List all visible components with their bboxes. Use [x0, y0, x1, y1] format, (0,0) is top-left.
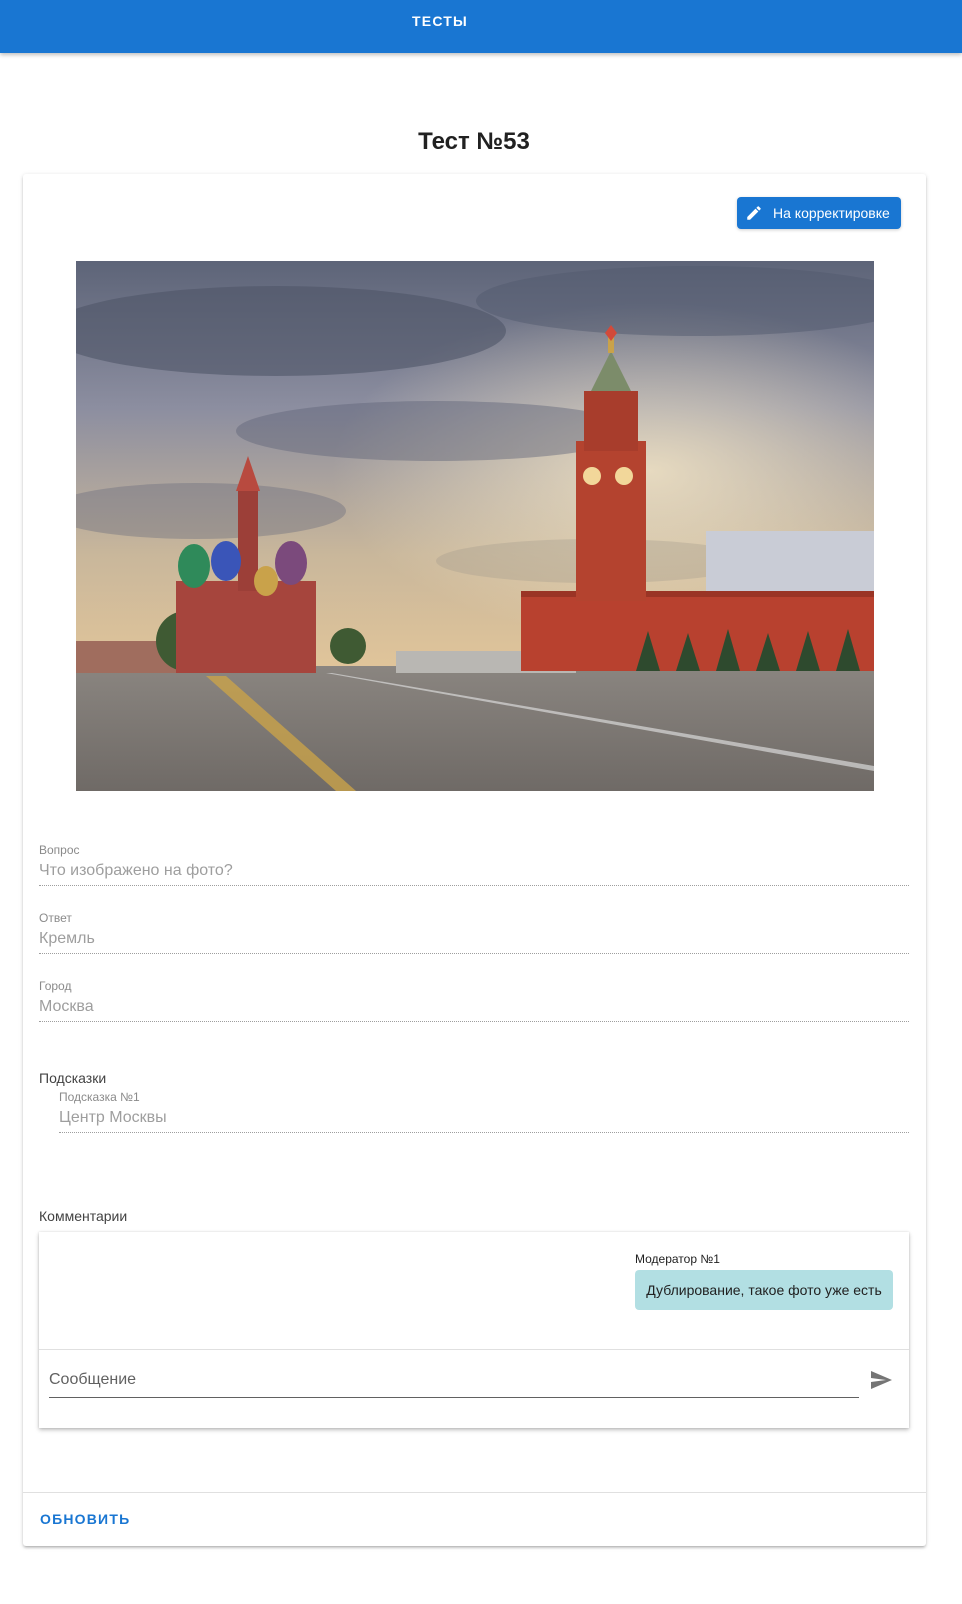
message-author: Модератор №1 [635, 1252, 720, 1266]
city-value[interactable]: Москва [39, 995, 909, 1021]
app-bar: ТЕСТЫ [0, 0, 962, 53]
message-input[interactable] [49, 1362, 859, 1398]
hint-field-1[interactable]: Подсказка №1 Центр Москвы [59, 1090, 909, 1133]
comments-panel: Модератор №1 Дублирование, такое фото уж… [39, 1232, 909, 1428]
tab-tests[interactable]: ТЕСТЫ [380, 0, 500, 42]
message-list: Модератор №1 Дублирование, такое фото уж… [39, 1232, 909, 1350]
card-actions: ОБНОВИТЬ [23, 1492, 926, 1546]
status-label: На корректировке [773, 205, 890, 221]
hint-value-1[interactable]: Центр Москвы [59, 1106, 909, 1132]
city-label: Город [39, 979, 72, 993]
pencil-icon [745, 204, 763, 222]
question-value[interactable]: Что изображено на фото? [39, 859, 909, 885]
question-field[interactable]: Вопрос Что изображено на фото? [39, 843, 909, 886]
send-icon[interactable] [867, 1366, 895, 1394]
refresh-button[interactable]: ОБНОВИТЬ [31, 1503, 139, 1535]
answer-label: Ответ [39, 911, 72, 925]
test-photo [76, 261, 874, 791]
hint-label-1: Подсказка №1 [59, 1090, 140, 1104]
answer-value[interactable]: Кремль [39, 927, 909, 953]
answer-field[interactable]: Ответ Кремль [39, 911, 909, 954]
comments-title: Комментарии [39, 1208, 128, 1224]
test-card: На корректировке Вопрос Что изображено н… [23, 174, 926, 1546]
status-correction-button[interactable]: На корректировке [737, 197, 901, 229]
question-label: Вопрос [39, 843, 80, 857]
message-bubble: Дублирование, такое фото уже есть [635, 1270, 893, 1310]
hints-title: Подсказки [39, 1070, 107, 1086]
city-field[interactable]: Город Москва [39, 979, 909, 1022]
page-title: Тест №53 [418, 128, 530, 155]
